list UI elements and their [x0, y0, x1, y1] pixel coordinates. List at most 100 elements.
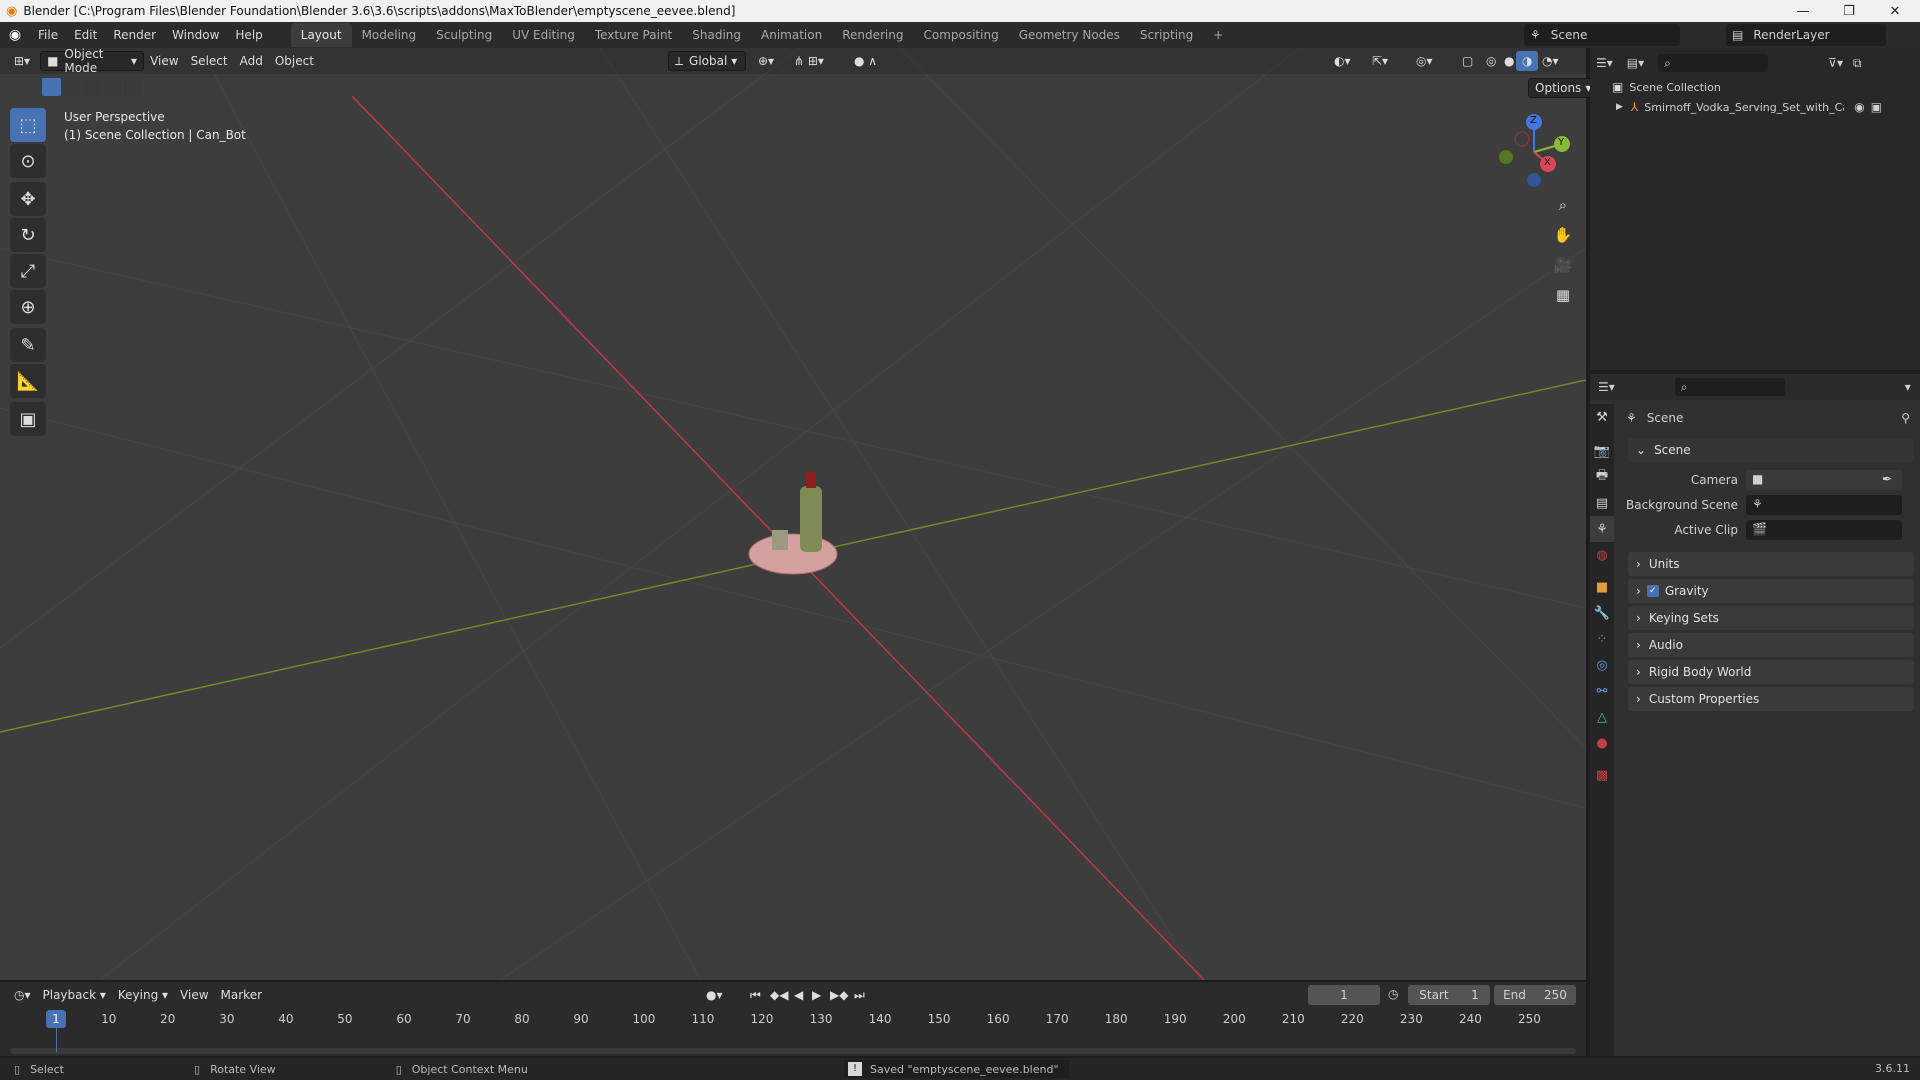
menu-file[interactable]: File	[30, 22, 66, 48]
menu-help[interactable]: Help	[227, 22, 270, 48]
tab-rendering[interactable]: Rendering	[832, 23, 913, 47]
filter-icon[interactable]: ⊽▾	[1828, 56, 1843, 70]
eyedropper-icon[interactable]: ✒	[1882, 472, 1892, 486]
current-frame-field[interactable]: 1	[1308, 985, 1380, 1005]
object-tab-icon[interactable]: ■	[1590, 574, 1614, 600]
mode-selector[interactable]: ■ Object Mode ▾	[40, 47, 145, 75]
tab-shading[interactable]: Shading	[682, 23, 751, 47]
gravity-panel-header[interactable]: › ✓ Gravity	[1628, 579, 1914, 603]
record-icon[interactable]: ●▾	[700, 985, 729, 1005]
transform-orientation-selector[interactable]: ⟂ Global ▾	[668, 51, 746, 71]
navigation-gizmo[interactable]: Z Y X	[1496, 112, 1576, 192]
properties-search-input[interactable]: ⌕	[1674, 378, 1785, 396]
eye-icon[interactable]: ◉	[1854, 100, 1864, 114]
editor-type-icon[interactable]: ⊞▾	[8, 51, 36, 71]
new-collection-icon[interactable]: ⧉	[1853, 56, 1862, 71]
outliner-row-scene-collection[interactable]: ▣ Scene Collection	[1612, 80, 1721, 94]
select-subtract-icon[interactable]	[82, 78, 102, 96]
menu-window[interactable]: Window	[164, 22, 227, 48]
pivot-icon[interactable]: ⊕▾	[752, 51, 780, 71]
background-scene-field[interactable]: ⚘	[1746, 495, 1902, 515]
move-tool-icon[interactable]: ✥	[10, 182, 46, 216]
tab-uv-editing[interactable]: UV Editing	[502, 23, 585, 47]
snap-icon[interactable]: ⋔ ⊞▾	[788, 51, 830, 71]
restore-icon[interactable]: ❐	[1826, 0, 1872, 22]
menu-keying[interactable]: Keying ▾	[112, 985, 174, 1005]
menu-add[interactable]: Add	[234, 51, 269, 71]
camera-render-icon[interactable]: ▣	[1871, 100, 1882, 114]
outliner-editor-icon[interactable]: ☰▾	[1596, 56, 1613, 70]
tab-layout[interactable]: Layout	[290, 23, 352, 47]
overlay-toggle-icon[interactable]: ◎▾	[1410, 51, 1439, 71]
minimize-icon[interactable]: —	[1780, 0, 1826, 22]
add-cube-tool-icon[interactable]: ▣	[10, 402, 46, 436]
active-clip-field[interactable]: 🎬	[1746, 520, 1902, 540]
view-layer-tab-icon[interactable]: ▤	[1590, 490, 1614, 516]
menu-marker[interactable]: Marker	[215, 985, 268, 1005]
menu-playback[interactable]: Playback ▾	[37, 985, 112, 1005]
select-invert-icon[interactable]	[102, 78, 122, 96]
output-tab-icon[interactable]: 🖶	[1590, 464, 1614, 490]
select-intersect-icon[interactable]	[122, 78, 143, 96]
select-extend-icon[interactable]	[62, 78, 82, 96]
modifiers-tab-icon[interactable]: 🔧	[1590, 600, 1614, 626]
constraints-tab-icon[interactable]: ⚯	[1590, 678, 1614, 704]
proportional-edit-icon[interactable]: ● ∧	[848, 51, 883, 71]
gravity-checkbox[interactable]: ✓	[1646, 585, 1659, 597]
tab-sculpting[interactable]: Sculpting	[426, 23, 502, 47]
end-frame-field[interactable]: End 250	[1494, 985, 1576, 1005]
menu-render[interactable]: Render	[105, 22, 164, 48]
keying-sets-panel-header[interactable]: › Keying Sets	[1628, 606, 1914, 630]
data-tab-icon[interactable]: △	[1590, 704, 1614, 730]
tab-texture-paint[interactable]: Texture Paint	[585, 23, 682, 47]
display-mode-icon[interactable]: ▤▾	[1627, 56, 1644, 70]
tab-animation[interactable]: Animation	[751, 23, 832, 47]
ortho-grid-icon[interactable]: ▦	[1550, 282, 1576, 308]
chevron-down-icon[interactable]: ▾	[1905, 380, 1911, 394]
visibility-icon[interactable]: ◐▾	[1328, 51, 1357, 71]
cursor-tool-icon[interactable]: ⊙	[10, 144, 46, 178]
render-tab-icon[interactable]: 📷	[1590, 438, 1614, 464]
view-layer-selector[interactable]: ▤ RenderLayer	[1726, 24, 1886, 46]
transform-tool-icon[interactable]: ⊕	[10, 290, 46, 324]
menu-edit[interactable]: Edit	[66, 22, 105, 48]
custom-properties-panel-header[interactable]: › Custom Properties	[1628, 687, 1914, 711]
tool-tab-icon[interactable]: ⚒	[1590, 404, 1614, 430]
pan-hand-icon[interactable]: ✋	[1550, 222, 1576, 248]
timeline-editor-icon[interactable]: ◷▾	[8, 985, 37, 1005]
texture-tab-icon[interactable]: ▩	[1590, 762, 1614, 788]
blender-menu-icon[interactable]: ◉	[0, 27, 30, 43]
tab-geometry-nodes[interactable]: Geometry Nodes	[1009, 23, 1130, 47]
gizmo-toggle-icon[interactable]: ⇱▾	[1366, 51, 1394, 71]
scene-selector[interactable]: ⚘ Scene	[1524, 24, 1680, 46]
physics-tab-icon[interactable]: ◎	[1590, 652, 1614, 678]
material-tab-icon[interactable]: ●	[1590, 730, 1614, 756]
add-workspace-icon[interactable]: +	[1203, 23, 1233, 47]
audio-panel-header[interactable]: › Audio	[1628, 633, 1914, 657]
scene-tab-icon[interactable]: ⚘	[1590, 516, 1614, 542]
select-box-tool-icon[interactable]: ⬚	[10, 108, 46, 142]
rigid-body-world-panel-header[interactable]: › Rigid Body World	[1628, 660, 1914, 684]
camera-view-icon[interactable]: 🎥	[1550, 252, 1576, 278]
tab-modeling[interactable]: Modeling	[352, 23, 427, 47]
particles-tab-icon[interactable]: ⁘	[1590, 626, 1614, 652]
menu-timeline-view[interactable]: View	[174, 985, 214, 1005]
world-tab-icon[interactable]: ◍	[1590, 542, 1614, 568]
expand-arrow-icon[interactable]: ▶	[1616, 102, 1623, 112]
pin-icon[interactable]: ⚲	[1901, 411, 1910, 425]
scene-panel-header[interactable]: ⌄ Scene	[1628, 438, 1914, 462]
close-icon[interactable]: ✕	[1872, 0, 1918, 22]
shading-rendered-icon[interactable]: ◔▾	[1536, 51, 1565, 71]
menu-select[interactable]: Select	[185, 51, 234, 71]
timeline-scrollbar[interactable]	[10, 1048, 1576, 1054]
outliner-search-input[interactable]: ⌕	[1658, 54, 1769, 72]
select-new-icon[interactable]	[42, 78, 62, 96]
scale-tool-icon[interactable]: ⤢	[10, 254, 46, 288]
3d-viewport[interactable]	[0, 48, 1586, 980]
tab-scripting[interactable]: Scripting	[1130, 23, 1203, 47]
options-button[interactable]: Options ▾	[1528, 78, 1599, 98]
measure-tool-icon[interactable]: 📐	[10, 364, 46, 398]
properties-editor-icon[interactable]: ☰▾	[1598, 380, 1615, 394]
tab-compositing[interactable]: Compositing	[913, 23, 1008, 47]
outliner-row-object[interactable]: ▶ ⅄ Smirnoff_Vodka_Serving_Set_with_Cavi…	[1616, 100, 1912, 114]
